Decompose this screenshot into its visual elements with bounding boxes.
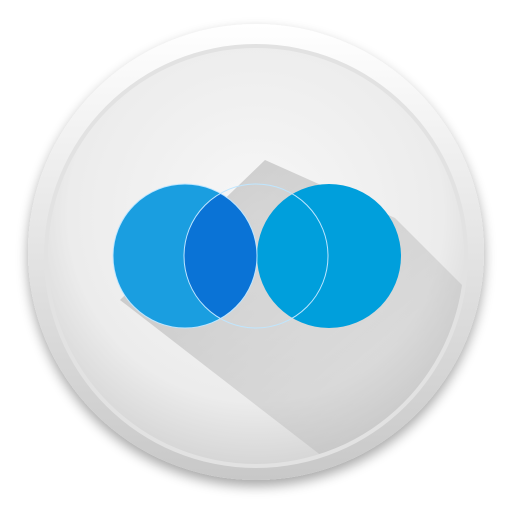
app-icon-artwork [28, 24, 484, 480]
right-circle [257, 184, 401, 328]
app-icon [0, 0, 512, 512]
